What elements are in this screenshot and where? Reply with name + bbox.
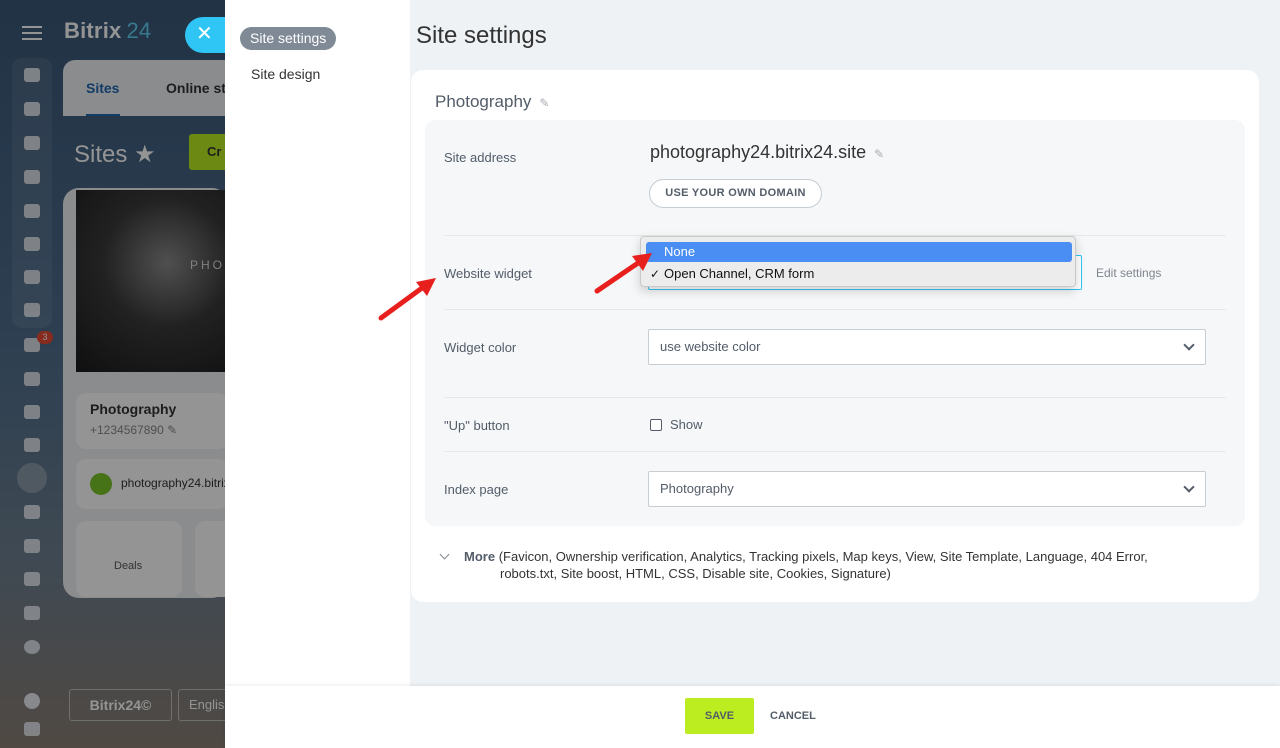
index-page-value: Photography (660, 481, 734, 496)
up-button-show-checkbox[interactable] (650, 419, 662, 431)
site-name-heading: Photography ✎ (435, 92, 549, 112)
edit-name-pencil-icon[interactable]: ✎ (539, 96, 549, 110)
chevron-down-icon (1183, 339, 1195, 351)
more-expand-chevron-icon[interactable] (439, 549, 450, 560)
cancel-button[interactable]: CANCEL (770, 698, 816, 734)
site-address-value: photography24.bitrix24.site ✎ (650, 142, 884, 163)
settings-nav: Site settings Site design (225, 0, 410, 686)
site-address-label: Site address (444, 150, 517, 165)
widget-color-label: Widget color (444, 340, 517, 355)
widget-color-select[interactable]: use website color (648, 329, 1206, 365)
up-button-show-label[interactable]: Show (670, 417, 703, 432)
chevron-down-icon (1183, 481, 1195, 493)
page-title: Site settings (416, 22, 547, 49)
website-widget-dropdown: None ✓ Open Channel, CRM form (640, 236, 1076, 287)
annotation-arrow-right (594, 253, 652, 294)
edit-widget-settings-link[interactable]: Edit settings (1096, 266, 1161, 280)
settings-card: Photography ✎ Site address photography24.… (411, 70, 1259, 602)
panel-footer: SAVE CANCEL (225, 686, 1280, 748)
settings-form: Site address photography24.bitrix24.site… (425, 120, 1245, 526)
nav-item-site-settings[interactable]: Site settings (240, 27, 337, 50)
save-button[interactable]: SAVE (685, 698, 754, 734)
dropdown-option-none[interactable]: None (646, 242, 1072, 262)
dropdown-option-open-channel-label: Open Channel, CRM form (664, 266, 815, 281)
edit-address-pencil-icon[interactable]: ✎ (874, 147, 884, 161)
site-name-text: Photography (435, 92, 532, 111)
index-page-select[interactable]: Photography (648, 471, 1206, 507)
divider (444, 309, 1226, 310)
more-label[interactable]: More (464, 549, 495, 564)
website-widget-label: Website widget (444, 266, 532, 281)
divider (444, 397, 1226, 398)
widget-color-value: use website color (660, 339, 761, 354)
use-own-domain-button[interactable]: USE YOUR OWN DOMAIN (649, 179, 822, 208)
close-icon: ✕ (196, 23, 213, 45)
annotation-arrow-left (378, 278, 436, 321)
site-address-text: photography24.bitrix24.site (650, 142, 867, 162)
nav-item-site-design[interactable]: Site design (251, 66, 320, 82)
up-button-label: "Up" button (444, 418, 510, 433)
more-list-line1: (Favicon, Ownership verification, Analyt… (498, 549, 1148, 564)
divider (444, 451, 1226, 452)
site-settings-panel: Site settings Site design Site settings … (225, 0, 1280, 748)
more-list-line2: robots.txt, Site boost, HTML, CSS, Disab… (500, 566, 891, 581)
index-page-label: Index page (444, 482, 509, 497)
more-settings-toggle[interactable]: More (Favicon, Ownership verification, A… (464, 548, 1204, 582)
dropdown-option-open-channel[interactable]: ✓ Open Channel, CRM form (646, 264, 1072, 284)
